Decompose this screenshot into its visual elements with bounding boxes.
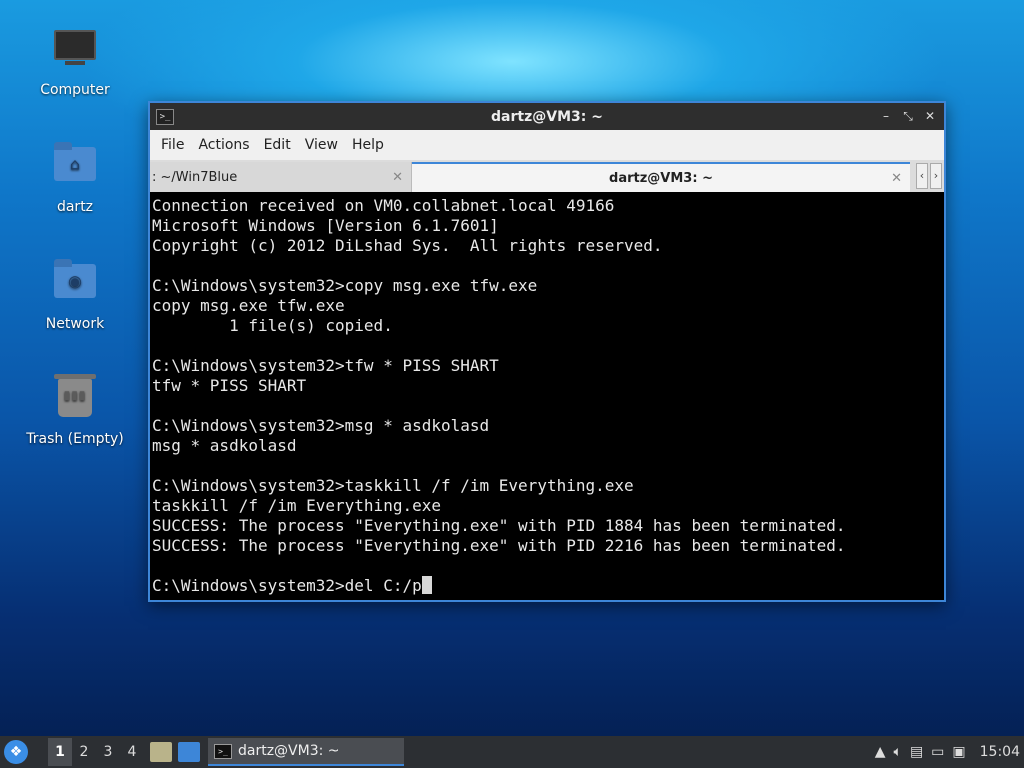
desktop-icon-trash[interactable]: Trash (Empty) (20, 373, 130, 447)
close-button[interactable]: ✕ (922, 107, 938, 125)
task-label: dartz@VM3: ~ (238, 743, 340, 759)
desktop-icon-label: Trash (Empty) (26, 431, 124, 447)
desktop-icon-label: Network (45, 316, 105, 332)
tab-close-icon[interactable]: ✕ (891, 171, 902, 186)
tray-updates-icon[interactable]: ▲ (875, 744, 886, 760)
terminal-line: Copyright (c) 2012 DiLshad Sys. All righ… (152, 236, 663, 255)
menu-help[interactable]: Help (345, 137, 391, 153)
terminal-line: SUCCESS: The process "Everything.exe" wi… (152, 516, 846, 535)
desktop-icon-label: dartz (56, 199, 94, 215)
window-title: dartz@VM3: ~ (491, 108, 603, 125)
trash-icon (51, 374, 99, 427)
terminal-line: C:\Windows\system32>taskkill /f /im Ever… (152, 476, 634, 495)
terminal-line: Microsoft Windows [Version 6.1.7601] (152, 216, 499, 235)
tab-label: dartz@VM3: ~ (609, 170, 713, 186)
terminal-task-icon: >_ (214, 743, 232, 759)
workspace-2[interactable]: 2 (72, 744, 96, 760)
text-cursor (421, 576, 432, 594)
start-menu-icon[interactable]: ❖ (4, 740, 28, 764)
desktop-icon-computer[interactable]: Computer (20, 22, 130, 98)
terminal-line: C:\Windows\system32>msg * asdkolasd (152, 416, 490, 435)
volume-icon[interactable]: 🔈︎ (894, 744, 902, 760)
terminal-line: taskkill /f /im Everything.exe (152, 496, 441, 515)
system-tray: ▲ 🔈︎ ▤ ▭ ▣ 15:04 (875, 736, 1024, 768)
tab-label: : ~/Win7Blue (152, 169, 238, 185)
tab-next-button[interactable]: › (930, 163, 942, 189)
terminal-line: SUCCESS: The process "Everything.exe" wi… (152, 536, 846, 555)
workspace-4[interactable]: 4 (120, 744, 144, 760)
computer-icon (51, 30, 99, 78)
tab-prev-button[interactable]: ‹ (916, 163, 928, 189)
window-titlebar[interactable]: >_ dartz@VM3: ~ – ⤡ ✕ (150, 103, 944, 130)
menu-actions[interactable]: Actions (191, 137, 256, 153)
desktop-icon-home[interactable]: ⌂ dartz (20, 139, 130, 215)
menu-file[interactable]: File (154, 137, 191, 153)
restore-button[interactable]: ⤡ (900, 107, 916, 125)
notification-icon[interactable]: ▣ (952, 744, 965, 760)
clipboard-icon[interactable]: ▤ (910, 744, 923, 760)
tab-dartz-vm3[interactable]: dartz@VM3: ~ ✕ (412, 162, 910, 192)
menubar: File Actions Edit View Help (150, 130, 944, 160)
taskbar: ❖ 1 2 3 4 >_ dartz@VM3: ~ ▲ 🔈︎ ▤ ▭ ▣ 15:… (0, 736, 1024, 768)
tab-close-icon[interactable]: ✕ (392, 170, 403, 185)
taskbar-task-terminal[interactable]: >_ dartz@VM3: ~ (208, 738, 404, 766)
terminal-line: msg * asdkolasd (152, 436, 297, 455)
terminal-line: Connection received on VM0.collabnet.loc… (152, 196, 615, 215)
terminal-line: C:\Windows\system32>tfw * PISS SHART (152, 356, 499, 375)
tab-win7blue[interactable]: : ~/Win7Blue ✕ (150, 162, 412, 192)
network-monitor-icon[interactable]: ▭ (931, 744, 944, 760)
terminal-line: tfw * PISS SHART (152, 376, 307, 395)
network-folder-icon: ◉ (51, 259, 99, 312)
show-desktop-icon[interactable] (178, 742, 200, 762)
home-folder-icon: ⌂ (51, 142, 99, 195)
terminal-line: 1 file(s) copied. (152, 316, 393, 335)
clock[interactable]: 15:04 (980, 744, 1020, 760)
terminal-line: copy msg.exe tfw.exe (152, 296, 345, 315)
desktop-icon-label: Computer (40, 82, 110, 98)
workspace-3[interactable]: 3 (96, 744, 120, 760)
terminal-output[interactable]: Connection received on VM0.collabnet.loc… (150, 192, 944, 600)
menu-view[interactable]: View (298, 137, 345, 153)
prompt-text: C:\Windows\system32>del C:/p (152, 576, 422, 595)
terminal-line: C:\Windows\system32>copy msg.exe tfw.exe (152, 276, 538, 295)
file-manager-icon[interactable] (150, 742, 172, 762)
desktop-icon-network[interactable]: ◉ Network (20, 256, 130, 332)
menu-edit[interactable]: Edit (257, 137, 298, 153)
terminal-prompt[interactable]: C:\Windows\system32>del C:/p (152, 576, 942, 596)
minimize-button[interactable]: – (878, 107, 894, 125)
tab-bar: : ~/Win7Blue ✕ dartz@VM3: ~ ✕ ‹ › (150, 160, 944, 192)
terminal-window[interactable]: >_ dartz@VM3: ~ – ⤡ ✕ File Actions Edit … (148, 101, 946, 602)
workspace-1[interactable]: 1 (48, 738, 72, 766)
